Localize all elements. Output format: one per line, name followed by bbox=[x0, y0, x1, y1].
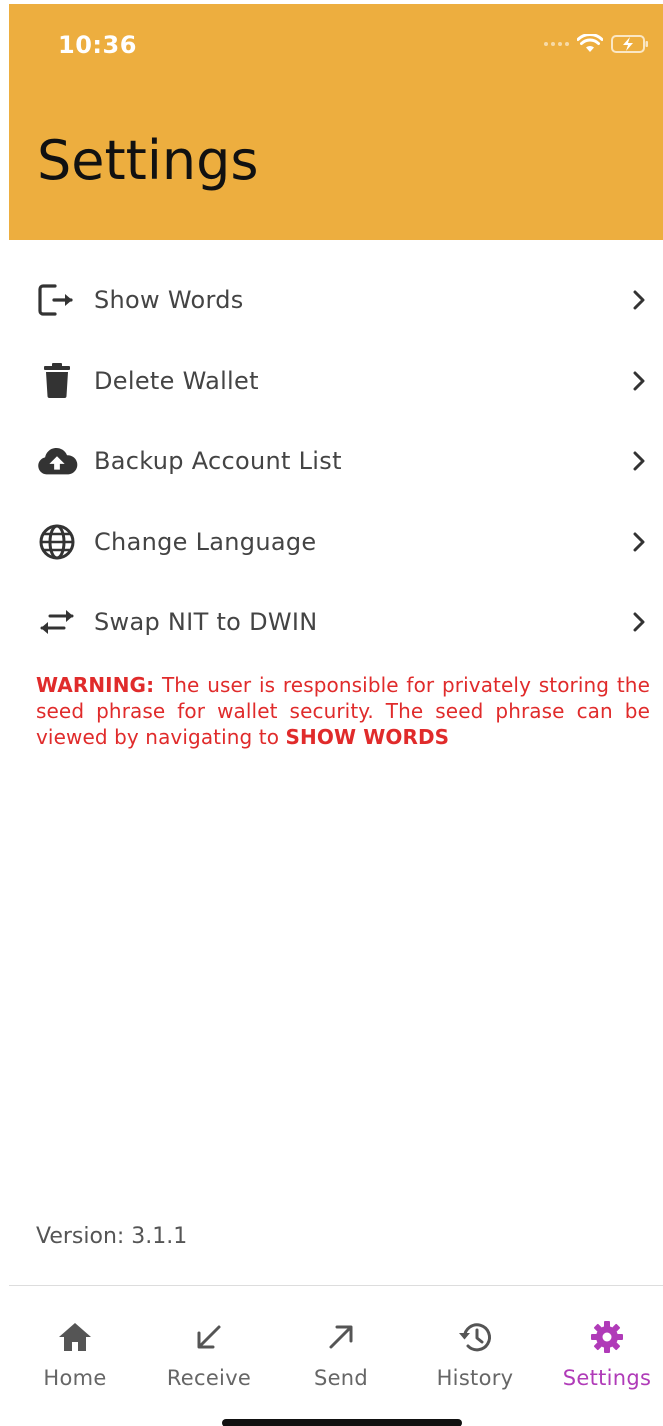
settings-menu: Show Words Delete Wallet Backup Account … bbox=[0, 260, 663, 663]
warning-prefix: WARNING: bbox=[36, 673, 155, 697]
gear-icon bbox=[587, 1318, 627, 1356]
page-title: Settings bbox=[37, 129, 259, 192]
cloud-upload-icon bbox=[36, 442, 78, 480]
menu-label: Backup Account List bbox=[94, 447, 342, 476]
seed-phrase-warning: WARNING: The user is responsible for pri… bbox=[36, 672, 650, 750]
tab-receive[interactable]: Receive bbox=[144, 1300, 274, 1390]
chevron-right-icon bbox=[633, 371, 645, 391]
menu-label: Show Words bbox=[94, 286, 244, 315]
menu-item-show-words[interactable]: Show Words bbox=[0, 260, 663, 341]
menu-item-delete-wallet[interactable]: Delete Wallet bbox=[0, 341, 663, 422]
chevron-right-icon bbox=[633, 532, 645, 552]
tab-label: Send bbox=[313, 1366, 369, 1390]
menu-label: Delete Wallet bbox=[94, 366, 259, 395]
menu-label: Change Language bbox=[94, 527, 317, 556]
globe-icon bbox=[36, 523, 78, 561]
tab-label: Home bbox=[43, 1366, 107, 1390]
home-indicator bbox=[222, 1419, 462, 1426]
bottom-tab-bar: Home Receive Send History Settings bbox=[0, 1300, 663, 1400]
trash-icon bbox=[36, 362, 78, 400]
menu-label: Swap NIT to DWIN bbox=[94, 608, 318, 637]
version-label: Version: 3.1.1 bbox=[36, 1224, 188, 1249]
arrow-down-left-icon bbox=[189, 1318, 229, 1356]
battery-charging-icon bbox=[611, 35, 648, 53]
tab-bar-divider bbox=[9, 1285, 663, 1286]
menu-item-swap-nit-to-dwin[interactable]: Swap NIT to DWIN bbox=[0, 582, 663, 663]
header: 10:36 Settings bbox=[9, 4, 663, 240]
wifi-icon bbox=[577, 34, 603, 52]
signal-icon bbox=[544, 42, 569, 46]
chevron-right-icon bbox=[633, 612, 645, 632]
logout-icon bbox=[36, 281, 78, 319]
chevron-right-icon bbox=[633, 290, 645, 310]
history-icon bbox=[455, 1318, 495, 1356]
status-time: 10:36 bbox=[58, 31, 137, 59]
menu-item-change-language[interactable]: Change Language bbox=[0, 502, 663, 583]
arrow-up-right-icon bbox=[321, 1318, 361, 1356]
tab-history[interactable]: History bbox=[410, 1300, 540, 1390]
tab-settings[interactable]: Settings bbox=[542, 1300, 663, 1390]
warning-show-words-link: SHOW WORDS bbox=[285, 725, 450, 749]
tab-home[interactable]: Home bbox=[10, 1300, 140, 1390]
swap-arrows-icon bbox=[36, 603, 78, 641]
home-icon bbox=[55, 1318, 95, 1356]
tab-send[interactable]: Send bbox=[276, 1300, 406, 1390]
tab-label: History bbox=[436, 1366, 514, 1390]
tab-label: Settings bbox=[562, 1366, 652, 1390]
chevron-right-icon bbox=[633, 451, 645, 471]
status-icons bbox=[544, 34, 649, 54]
settings-screen: 10:36 Settings Show Words Delete Wallet … bbox=[0, 0, 663, 1426]
menu-item-backup-account-list[interactable]: Backup Account List bbox=[0, 421, 663, 502]
tab-label: Receive bbox=[166, 1366, 252, 1390]
